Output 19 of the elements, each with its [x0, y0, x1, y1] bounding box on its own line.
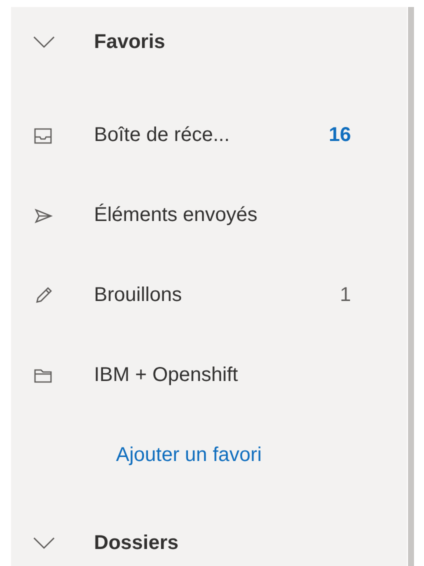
folder-label: Boîte de réce... [94, 123, 231, 148]
folder-label: Éléments envoyés [94, 202, 258, 228]
folder-item[interactable]: Éléments envoyés [11, 175, 407, 255]
folder-item[interactable]: Boîte de réce... 16 [11, 95, 407, 175]
inbox-tray-icon [33, 126, 53, 144]
pencil-icon [33, 286, 53, 304]
folder-label: Brouillons [94, 283, 183, 308]
section-header[interactable]: Dossiers [94, 528, 178, 558]
section-header[interactable]: Favoris [94, 27, 166, 57]
folder-item[interactable]: Brouillons 1 [11, 255, 407, 335]
scrollbar[interactable] [408, 7, 414, 566]
chevron-down-icon[interactable] [33, 36, 55, 48]
folder-label: IBM + Openshift [94, 363, 239, 388]
chevron-down-icon[interactable] [33, 537, 55, 549]
folder-item[interactable]: IBM + Openshift [11, 335, 407, 415]
message-count: 1 [338, 283, 351, 308]
paper-plane-icon [33, 206, 53, 224]
message-count: 16 [328, 123, 351, 148]
add-favorite-link[interactable]: Ajouter un favori [116, 440, 262, 470]
